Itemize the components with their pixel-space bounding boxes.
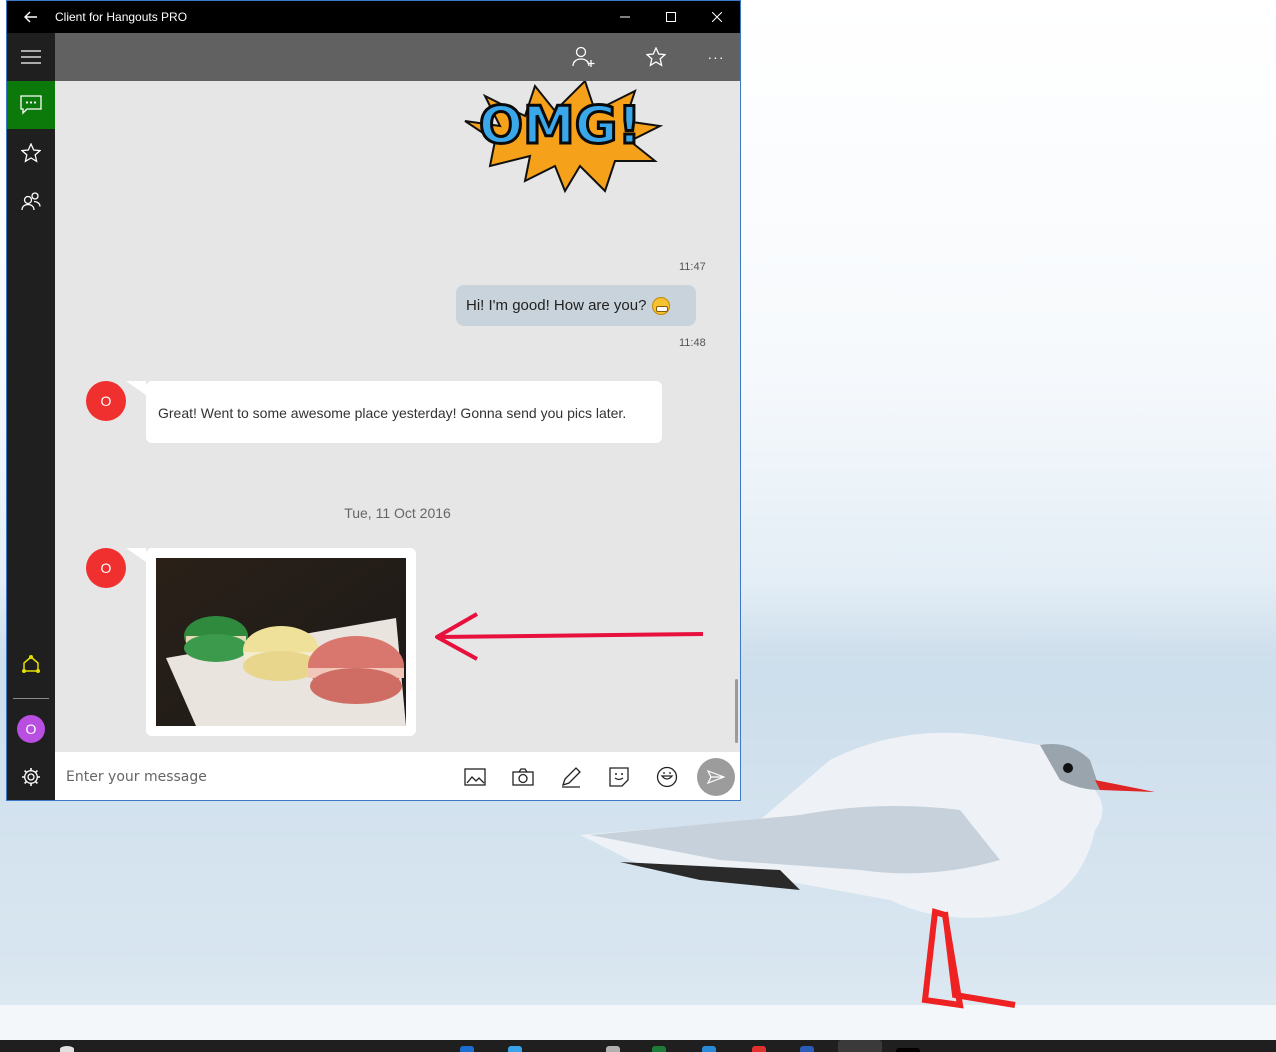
omg-sticker[interactable]: OMG!	[455, 81, 665, 196]
incoming-image-message[interactable]	[126, 548, 416, 736]
attach-image-button[interactable]	[451, 752, 499, 800]
hamburger-menu-button[interactable]	[7, 33, 55, 81]
incoming-message[interactable]: Great! Went to some awesome place yester…	[126, 381, 662, 443]
star-icon	[646, 47, 666, 67]
app-window: Client for Hangouts PRO O ··· OMG! 11:47…	[6, 0, 741, 801]
pen-icon	[561, 766, 581, 788]
sticker-button[interactable]	[595, 752, 643, 800]
sticker-text: OMG!	[479, 96, 641, 156]
chat-icon	[20, 95, 42, 115]
send-icon	[707, 769, 725, 784]
emoji-button[interactable]	[643, 752, 691, 800]
minimize-icon	[620, 16, 630, 18]
send-circle	[697, 757, 735, 796]
star-icon	[21, 143, 41, 163]
user-avatar: O	[17, 715, 45, 743]
message-composer	[55, 752, 740, 800]
chat-messages: OMG! 11:47 Hi! I'm good! How are you? 11…	[55, 81, 740, 751]
sticker-icon	[609, 766, 629, 787]
send-button[interactable]	[692, 752, 740, 800]
title-bar: Client for Hangouts PRO	[7, 1, 740, 33]
taskbar-app-icon[interactable]	[606, 1046, 620, 1052]
annotation-arrow	[435, 612, 704, 661]
sidebar-item-conversations[interactable]	[7, 81, 55, 129]
outgoing-message[interactable]: Hi! I'm good! How are you?	[456, 285, 696, 326]
date-separator: Tue, 11 Oct 2016	[344, 505, 451, 521]
message-input[interactable]	[55, 752, 445, 800]
contact-avatar[interactable]: O	[86, 381, 126, 421]
window-title: Client for Hangouts PRO	[55, 10, 188, 24]
timestamp: 11:48	[679, 337, 706, 349]
close-icon	[712, 12, 722, 22]
settings-button[interactable]	[7, 753, 55, 800]
taskbar-app-icon[interactable]	[508, 1046, 522, 1052]
macarons-photo[interactable]	[156, 558, 406, 726]
add-person-icon	[572, 46, 595, 67]
sidebar-item-favorites[interactable]	[7, 129, 55, 177]
taskbar-active-app[interactable]	[838, 1040, 882, 1052]
draw-button[interactable]	[547, 752, 595, 800]
taskbar-app-icon[interactable]	[800, 1046, 814, 1052]
image-icon	[464, 767, 486, 786]
emoji-icon	[656, 766, 678, 787]
maximize-button[interactable]	[648, 1, 694, 33]
taskbar	[0, 1040, 1276, 1052]
sidebar: O	[7, 33, 55, 800]
grinning-face-emoji-icon	[652, 296, 671, 315]
user-profile-button[interactable]: O	[7, 705, 55, 753]
conversation-header: ···	[55, 33, 740, 81]
taskbar-app-icon[interactable]	[896, 1048, 920, 1052]
sidebar-item-contacts[interactable]	[7, 177, 55, 225]
message-text: Great! Went to some awesome place yester…	[158, 405, 627, 421]
message-text: Hi! I'm good! How are you?	[466, 297, 647, 314]
back-button[interactable]	[7, 1, 55, 33]
more-options-button[interactable]: ···	[692, 33, 740, 81]
back-arrow-icon	[24, 11, 37, 23]
hamburger-icon	[21, 50, 41, 64]
chat-scrollbar[interactable]	[735, 679, 738, 743]
hangouts-icon	[22, 655, 40, 673]
gear-icon	[22, 768, 40, 786]
taskbar-app-icon[interactable]	[752, 1046, 766, 1052]
hangouts-button[interactable]	[7, 641, 55, 689]
minimize-button[interactable]	[602, 1, 648, 33]
taskbar-app-icon[interactable]	[652, 1046, 666, 1052]
maximize-icon	[666, 12, 676, 22]
close-button[interactable]	[694, 1, 740, 33]
camera-button[interactable]	[499, 752, 547, 800]
people-icon	[21, 192, 41, 211]
timestamp: 11:47	[679, 261, 706, 273]
sidebar-divider	[13, 698, 49, 699]
camera-icon	[512, 767, 534, 786]
taskbar-app-icon[interactable]	[702, 1046, 716, 1052]
favorite-button[interactable]	[632, 33, 680, 81]
add-person-button[interactable]	[560, 33, 608, 81]
taskbar-app-icon[interactable]	[460, 1046, 474, 1052]
contact-avatar[interactable]: O	[86, 548, 126, 588]
start-search-icon[interactable]	[60, 1046, 74, 1052]
